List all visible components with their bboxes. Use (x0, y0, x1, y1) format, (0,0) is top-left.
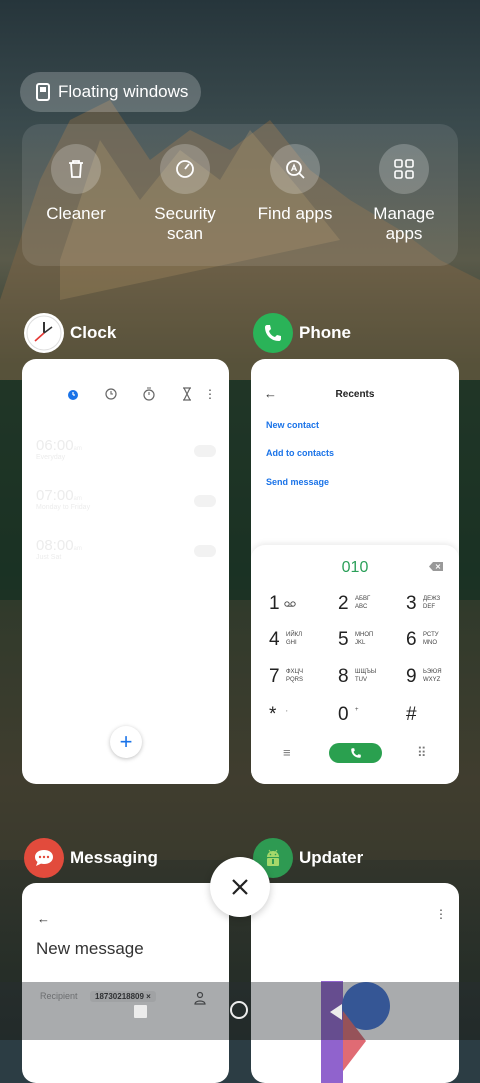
find-apps-icon (286, 160, 305, 179)
dialpad-menu-icon[interactable]: ≡ (283, 745, 291, 760)
security-scan-button[interactable]: Security scan (130, 144, 240, 244)
add-to-contacts-link[interactable]: Add to contacts (266, 448, 334, 458)
dial-key-8[interactable]: 8 ШЩЪЫ TUV (326, 662, 392, 692)
security-scan-label: Security scan (154, 204, 216, 243)
clock-menu-icon[interactable]: ⋮ (204, 387, 216, 401)
dial-key-6[interactable]: 6 РСТУ MNO (394, 625, 459, 655)
find-apps-button[interactable]: Find apps (240, 144, 350, 224)
dial-key-2[interactable]: 2 АБВГ ABC (326, 589, 392, 619)
clock-app-name: Clock (70, 323, 117, 342)
manage-apps-button[interactable]: Manage apps (349, 144, 459, 244)
alarm-row[interactable]: 08:00am Just Sat (36, 537, 216, 575)
trash-icon (69, 160, 83, 178)
alarm-row[interactable]: 07:00am Monday to Friday (36, 487, 216, 525)
voicemail-icon (284, 601, 296, 607)
updater-menu-icon[interactable]: ⋮ (435, 907, 447, 921)
manage-apps-label: Manage apps (373, 204, 435, 243)
clock-app-header[interactable]: Clock (24, 313, 116, 353)
world-clock-tab-icon[interactable] (104, 387, 118, 406)
close-all-button[interactable] (210, 857, 270, 917)
floating-windows-label: Floating windows (58, 82, 189, 101)
phone-app-name: Phone (299, 323, 351, 342)
send-message-link[interactable]: Send message (266, 477, 329, 487)
dial-key-9[interactable]: 9 ЬЭЮЯ WXYZ (394, 662, 459, 692)
back-icon[interactable] (330, 1004, 342, 1020)
floating-windows-button[interactable]: Floating windows (20, 72, 201, 112)
dial-key-5[interactable]: 5 МНОП JKL (326, 625, 392, 655)
phone-card[interactable]: ← Recents New contact Add to contacts Se… (251, 359, 459, 784)
new-message-title: New message (36, 939, 144, 958)
dial-key-3[interactable]: 3 ДЕЖЗ DEF (394, 589, 459, 619)
home-icon[interactable] (230, 1001, 248, 1019)
backspace-icon[interactable] (429, 562, 443, 571)
grid-icon (394, 159, 414, 179)
dial-key-star[interactable]: *, (257, 700, 323, 730)
timer-tab-icon[interactable] (180, 387, 194, 406)
cleaner-label: Cleaner (46, 204, 106, 223)
messaging-icon (24, 838, 64, 878)
alarm-toggle[interactable] (194, 495, 216, 507)
clock-card[interactable]: ⋮ 06:00am Everyday 07:00am Monday to Fri… (22, 359, 229, 784)
updater-app-header[interactable]: Updater (253, 838, 363, 878)
phone-app-header[interactable]: Phone (253, 313, 351, 353)
alarm-toggle[interactable] (194, 445, 216, 457)
close-icon (232, 879, 248, 895)
dial-key-1[interactable]: 1 (257, 589, 323, 619)
recent-apps-icon[interactable] (134, 1005, 147, 1018)
updater-app-name: Updater (299, 848, 364, 867)
dial-key-7[interactable]: 7 ФХЦЧ PQRS (257, 662, 323, 692)
recents-title: Recents (335, 389, 375, 400)
stopwatch-tab-icon[interactable] (142, 387, 156, 406)
find-apps-label: Find apps (257, 204, 333, 223)
call-icon (350, 748, 361, 758)
dial-key-4[interactable]: 4 ИЙКЛ GHI (257, 625, 323, 655)
dialpad: 010 1 2 АБВГ ABC 3 ДЕЖЗ DEF 4 ИЙКЛ GHI 5 МНО… (251, 545, 459, 784)
messaging-app-header[interactable]: Messaging (24, 838, 158, 878)
dialed-number: 010 (341, 559, 369, 576)
alarm-tab-icon[interactable] (66, 387, 80, 406)
new-contact-link[interactable]: New contact (266, 420, 319, 430)
floating-window-icon (36, 83, 50, 101)
clock-icon (24, 313, 64, 353)
clock-tabs: ⋮ (22, 387, 229, 407)
security-scan-icon (176, 160, 194, 178)
add-alarm-button[interactable]: + (110, 726, 142, 758)
dialpad-toggle-icon[interactable]: ⠿ (417, 745, 427, 761)
alarm-row[interactable]: 06:00am Everyday (36, 437, 216, 475)
messaging-app-name: Messaging (70, 848, 158, 867)
cleaner-button[interactable]: Cleaner (21, 144, 131, 224)
phone-icon (253, 313, 293, 353)
back-arrow-icon[interactable]: ← (37, 911, 50, 926)
dial-key-hash[interactable]: # (394, 700, 459, 730)
dial-key-0[interactable]: 0 + (326, 700, 392, 730)
call-button[interactable] (329, 743, 382, 763)
alarm-toggle[interactable] (194, 545, 216, 557)
